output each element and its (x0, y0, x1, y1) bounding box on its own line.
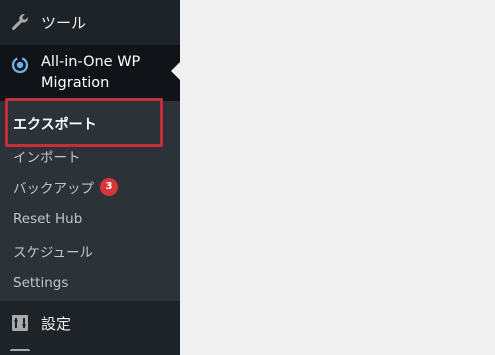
submenu-item-reset-hub[interactable]: Reset Hub (13, 206, 82, 231)
sidebar-item-settings-label: 設定 (41, 314, 72, 333)
submenu-item-settings[interactable]: Settings (13, 270, 68, 295)
next-menu-icon (10, 349, 30, 355)
backups-count-badge: 3 (100, 177, 118, 196)
migration-icon (10, 55, 30, 75)
settings-icon (10, 313, 30, 333)
active-menu-arrow (171, 62, 180, 80)
sidebar-item-settings[interactable]: 設定 (0, 307, 180, 339)
submenu-item-backups[interactable]: バックアップ 3 (13, 174, 118, 199)
sidebar-item-all-in-one-wp-migration-label: All-in-One WP Migration (41, 52, 140, 94)
wrench-icon (10, 12, 30, 32)
submenu-item-backups-label: バックアップ (13, 180, 94, 197)
export-highlight-box (5, 98, 163, 147)
all-in-one-label-line2: Migration (41, 75, 110, 91)
sidebar-item-tools[interactable]: ツール (0, 5, 180, 39)
sidebar-item-all-in-one-wp-migration[interactable]: All-in-One WP Migration (0, 45, 180, 101)
admin-sidebar: ツール All-in-One WP Migration エクスポート インポート… (0, 0, 180, 355)
all-in-one-label-line1: All-in-One WP (41, 54, 141, 70)
sidebar-item-tools-label: ツール (41, 13, 87, 32)
admin-page: ツール All-in-One WP Migration エクスポート インポート… (0, 0, 495, 355)
submenu-item-schedules[interactable]: スケジュール (13, 238, 93, 263)
